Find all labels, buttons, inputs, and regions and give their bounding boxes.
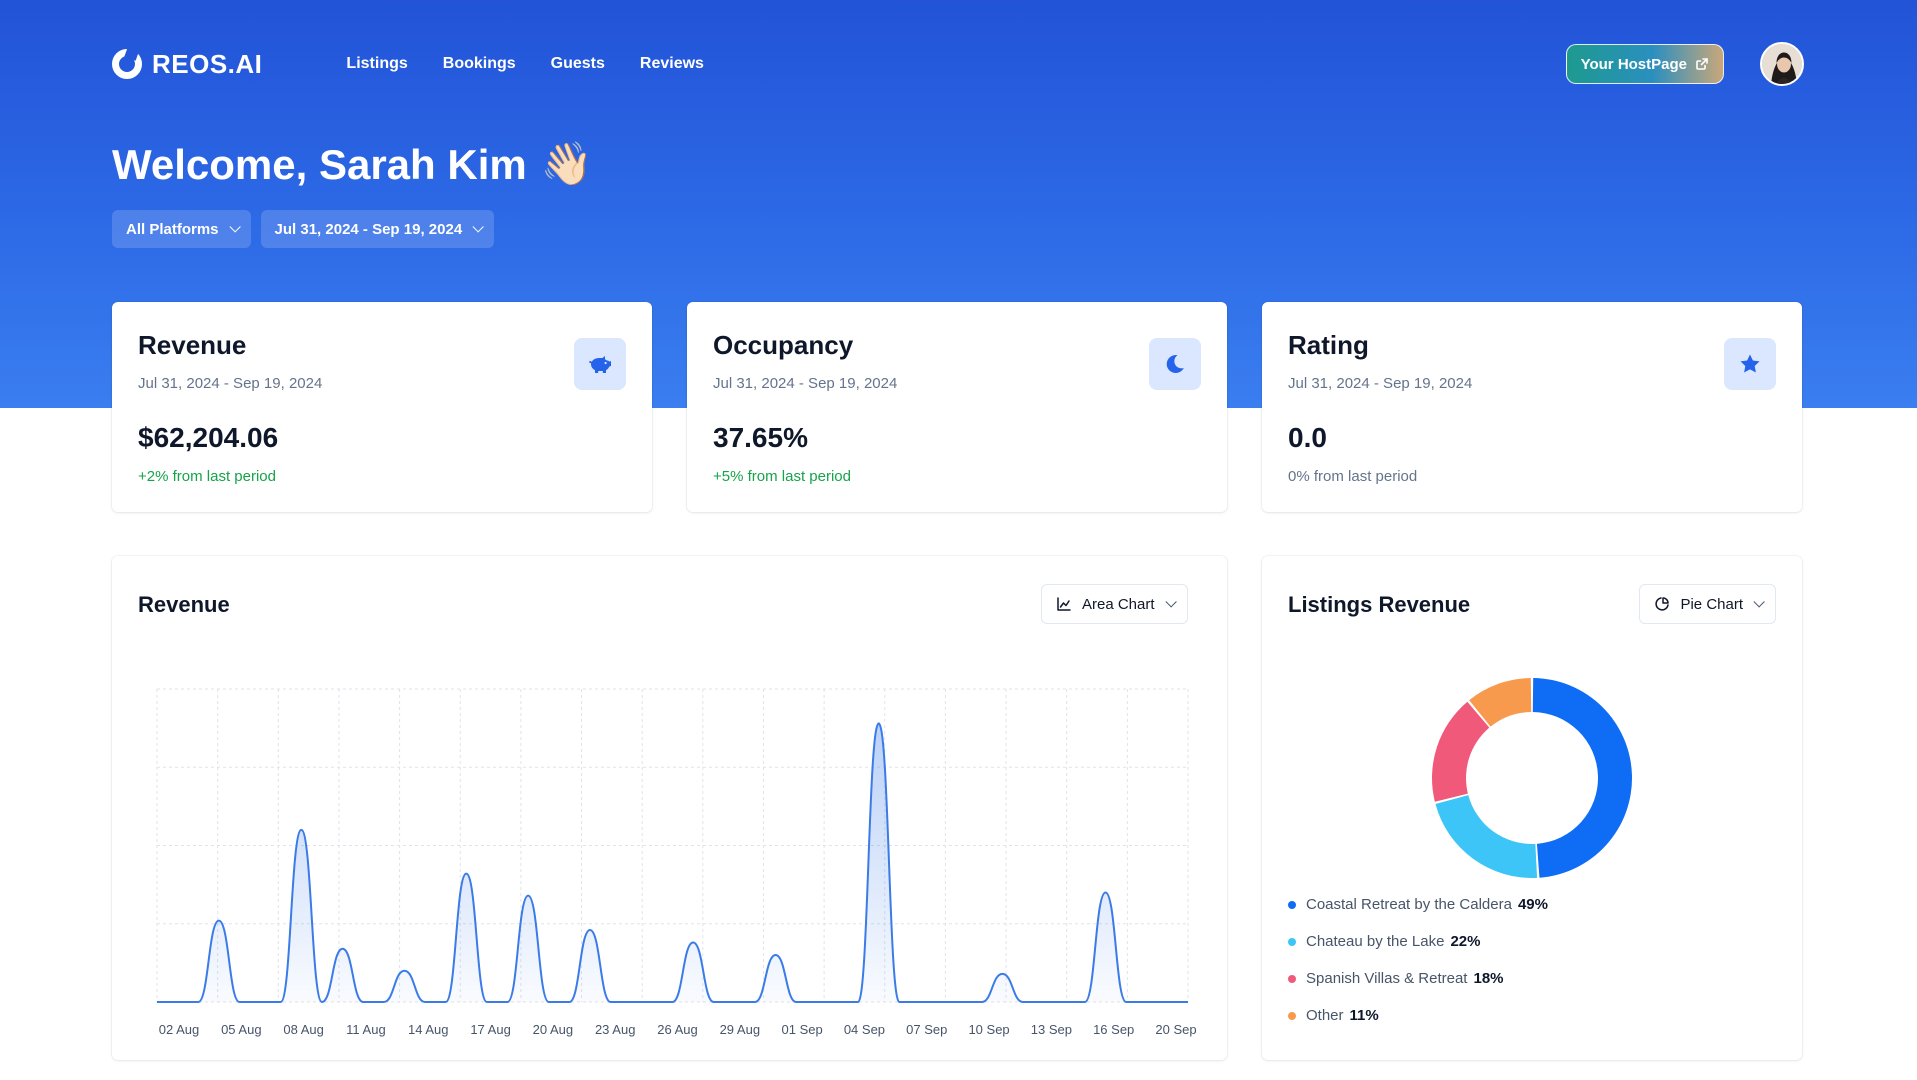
topbar-actions: Your HostPage — [1565, 42, 1804, 86]
chart-type-select[interactable]: Area Chart — [1041, 584, 1188, 624]
filter-bar: All Platforms Jul 31, 2024 - Sep 19, 202… — [112, 210, 495, 248]
main-nav: Listings Bookings Guests Reviews — [346, 55, 704, 73]
stat-icon-badge — [574, 338, 626, 390]
x-tick-label: 04 Sep — [844, 1022, 885, 1037]
legend-label: Chateau by the Lake — [1306, 933, 1445, 950]
stat-date-range: Jul 31, 2024 - Sep 19, 2024 — [713, 375, 898, 392]
legend-percent: 11% — [1349, 1007, 1379, 1024]
legend-percent: 22% — [1450, 933, 1481, 950]
chart-type-label: Area Chart — [1082, 595, 1155, 613]
x-tick-label: 07 Sep — [906, 1022, 947, 1037]
platform-filter-value: All Platforms — [126, 220, 219, 238]
hostpage-label: Your HostPage — [1580, 55, 1687, 73]
date-range-filter[interactable]: Jul 31, 2024 - Sep 19, 2024 — [260, 210, 495, 248]
panel-title: Listings Revenue — [1288, 592, 1471, 617]
x-tick-label: 01 Sep — [782, 1022, 823, 1037]
legend-dot — [1288, 937, 1296, 946]
revenue-area-chart: 02 Aug 05 Aug 08 Aug 11 Aug 14 Aug 17 Aug 20 A… — [156, 688, 1197, 1037]
x-tick-label: 13 Sep — [1031, 1022, 1072, 1037]
x-tick-label: 29 Aug — [720, 1022, 761, 1037]
stat-icon-badge — [1724, 338, 1776, 390]
legend-dot — [1288, 974, 1296, 983]
star-icon — [1740, 354, 1760, 373]
chevron-down-icon — [1753, 596, 1765, 608]
legend-dot — [1288, 900, 1296, 909]
piggy-bank-icon — [589, 356, 611, 373]
area-chart-icon — [1057, 597, 1071, 611]
donut-slice[interactable] — [1432, 701, 1490, 802]
x-tick-label: 14 Aug — [408, 1022, 449, 1037]
x-tick-label: 05 Aug — [221, 1022, 262, 1037]
waving-hand-icon: 👋🏻 — [540, 140, 594, 187]
legend-percent: 18% — [1473, 970, 1504, 987]
stat-value: $62,204.06 — [138, 422, 279, 453]
welcome-text: Welcome, Sarah Kim — [112, 140, 527, 188]
legend-item: Spanish Villas & Retreat 18% — [1288, 970, 1548, 987]
moon-icon — [1166, 355, 1184, 374]
legend-percent: 49% — [1517, 896, 1548, 913]
stat-title: Revenue — [138, 330, 247, 360]
x-tick-label: 20 Aug — [533, 1022, 574, 1037]
revenue-stat-card: Revenue Jul 31, 2024 - Sep 19, 2024 $62,… — [112, 302, 652, 512]
rating-stat-card: Rating Jul 31, 2024 - Sep 19, 2024 0.0 0… — [1262, 302, 1802, 512]
x-tick-label: 10 Sep — [968, 1022, 1009, 1037]
chart-type-label: Pie Chart — [1680, 595, 1743, 613]
stat-title: Occupancy — [713, 330, 854, 360]
stat-value: 37.65% — [713, 422, 808, 453]
legend-label: Spanish Villas & Retreat — [1306, 970, 1468, 987]
legend-label: Coastal Retreat by the Caldera — [1306, 896, 1512, 913]
legend-item: Coastal Retreat by the Caldera 49% — [1288, 896, 1548, 913]
x-tick-label: 02 Aug — [159, 1022, 200, 1037]
stat-title: Rating — [1288, 330, 1369, 360]
x-tick-label: 11 Aug — [346, 1022, 386, 1037]
x-tick-label: 20 Sep — [1155, 1022, 1196, 1037]
legend-item: Other 11% — [1288, 1007, 1548, 1024]
logo-mark-icon — [112, 49, 142, 79]
pie-chart-type-select[interactable]: Pie Chart — [1639, 584, 1776, 624]
top-navigation: REOS.AI Listings Bookings Guests Reviews… — [112, 40, 1804, 88]
welcome-heading: Welcome, Sarah Kim 👋🏻 — [112, 140, 593, 189]
user-avatar[interactable] — [1760, 42, 1804, 86]
x-tick-label: 26 Aug — [657, 1022, 698, 1037]
stat-change: +5% from last period — [713, 468, 851, 485]
avatar-portrait-icon — [1762, 44, 1802, 84]
logo-text: REOS.AI — [152, 48, 263, 79]
pie-chart-icon — [1655, 597, 1670, 611]
legend-dot — [1288, 1011, 1296, 1020]
legend-item: Chateau by the Lake 22% — [1288, 933, 1548, 950]
nav-listings[interactable]: Listings — [346, 55, 407, 73]
your-hostpage-button[interactable]: Your HostPage — [1565, 44, 1724, 84]
stat-change: 0% from last period — [1288, 468, 1418, 485]
legend-label: Other — [1306, 1007, 1344, 1024]
x-tick-label: 08 Aug — [283, 1022, 324, 1037]
stat-date-range: Jul 31, 2024 - Sep 19, 2024 — [138, 375, 323, 392]
stat-icon-badge — [1149, 338, 1201, 390]
chevron-down-icon — [472, 221, 484, 233]
stat-value: 0.0 — [1288, 422, 1327, 453]
revenue-chart-panel: Revenue Area Chart 02 Aug 05 Aug 08 Aug 11 … — [112, 556, 1227, 1060]
donut-slice[interactable] — [1532, 678, 1632, 878]
x-tick-label: 16 Sep — [1093, 1022, 1134, 1037]
app-logo[interactable]: REOS.AI — [112, 49, 262, 80]
chevron-down-icon — [1165, 596, 1177, 608]
revenue-area-fill — [157, 723, 1188, 1002]
x-tick-label: 17 Aug — [470, 1022, 511, 1037]
donut-legend: Coastal Retreat by the Caldera 49% Chate… — [1288, 896, 1548, 1024]
nav-bookings[interactable]: Bookings — [443, 55, 516, 73]
listings-revenue-panel: Listings Revenue Pie Chart Coastal Retre… — [1262, 556, 1802, 1060]
x-tick-label: 23 Aug — [595, 1022, 636, 1037]
occupancy-stat-card: Occupancy Jul 31, 2024 - Sep 19, 2024 37… — [687, 302, 1227, 512]
stat-date-range: Jul 31, 2024 - Sep 19, 2024 — [1288, 375, 1473, 392]
donut-slice[interactable] — [1435, 795, 1538, 878]
date-range-value: Jul 31, 2024 - Sep 19, 2024 — [274, 220, 463, 238]
listings-donut-chart — [1432, 678, 1632, 878]
stat-change: +2% from last period — [138, 468, 276, 485]
platform-filter[interactable]: All Platforms — [112, 210, 251, 248]
nav-reviews[interactable]: Reviews — [640, 55, 704, 73]
chevron-down-icon — [228, 221, 241, 233]
nav-guests[interactable]: Guests — [551, 55, 605, 73]
external-link-icon — [1696, 58, 1708, 70]
panel-title: Revenue — [138, 592, 230, 617]
